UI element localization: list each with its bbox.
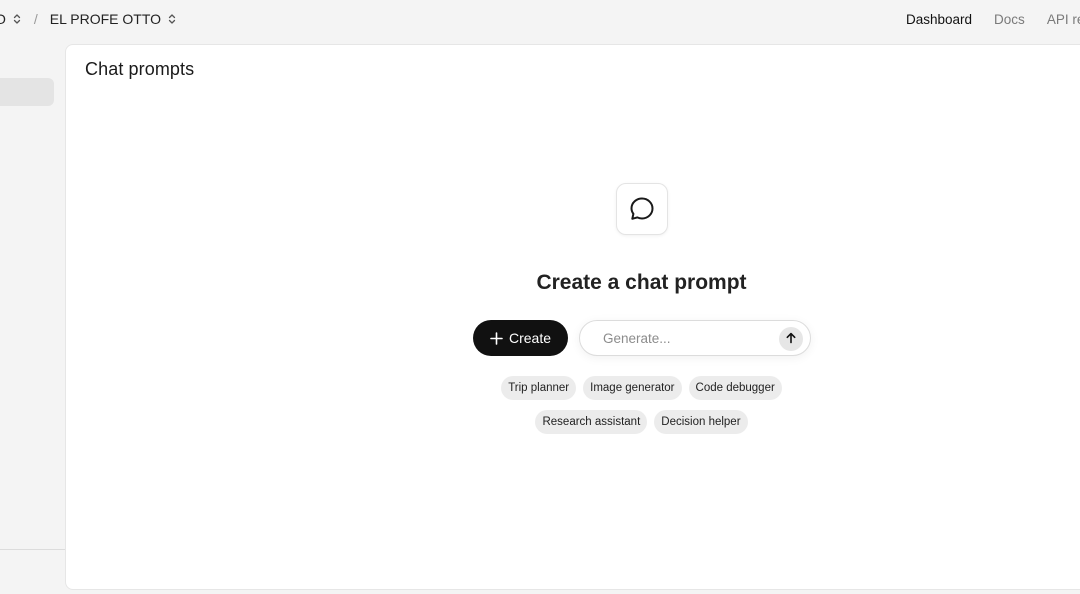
empty-state-heading: Create a chat prompt — [536, 271, 747, 294]
generate-input[interactable] — [601, 329, 771, 347]
org-name: O — [0, 11, 6, 27]
plus-icon — [490, 331, 503, 345]
nav-dashboard[interactable]: Dashboard — [906, 12, 972, 27]
nav-api-reference[interactable]: API reference — [1047, 12, 1080, 27]
chat-bubble-icon — [616, 183, 668, 235]
org-switcher[interactable]: O — [0, 11, 22, 27]
project-switcher[interactable]: EL PROFE OTTO — [50, 11, 177, 27]
suggestion-chip-code-debugger[interactable]: Code debugger — [688, 376, 782, 400]
nav-docs[interactable]: Docs — [994, 12, 1025, 27]
sidebar-item-selected[interactable] — [0, 78, 54, 106]
page-title: Chat prompts — [85, 59, 195, 79]
suggestion-chips: Trip planner Image generator Code debugg… — [66, 376, 1080, 444]
create-button-label: Create — [508, 330, 552, 346]
breadcrumb: O / EL PROFE OTTO — [0, 0, 177, 38]
main-panel: Chat prompts Create a chat prompt Create — [65, 44, 1080, 590]
suggestion-row: Trip planner Image generator Code debugg… — [66, 376, 1080, 400]
top-nav: Dashboard Docs API reference — [906, 0, 1080, 38]
top-bar: O / EL PROFE OTTO Dashboard Docs API ref… — [0, 0, 1080, 38]
generate-submit-button[interactable] — [779, 327, 803, 351]
project-name: EL PROFE OTTO — [49, 11, 162, 27]
arrow-up-icon — [785, 332, 797, 347]
suggestion-chip-image-generator[interactable]: Image generator — [583, 376, 682, 400]
suggestion-row: Research assistant Decision helper — [66, 410, 1080, 434]
chevron-up-down-icon — [167, 12, 177, 26]
suggestion-chip-research-assistant[interactable]: Research assistant — [535, 410, 648, 434]
breadcrumb-separator: / — [33, 11, 38, 27]
sidebar — [0, 38, 66, 594]
sidebar-divider — [0, 549, 66, 550]
suggestion-chip-trip-planner[interactable]: Trip planner — [501, 376, 577, 400]
suggestion-chip-decision-helper[interactable]: Decision helper — [654, 410, 748, 434]
create-button[interactable]: Create — [473, 320, 568, 356]
generate-field[interactable] — [579, 320, 811, 356]
chevron-up-down-icon — [12, 12, 22, 26]
